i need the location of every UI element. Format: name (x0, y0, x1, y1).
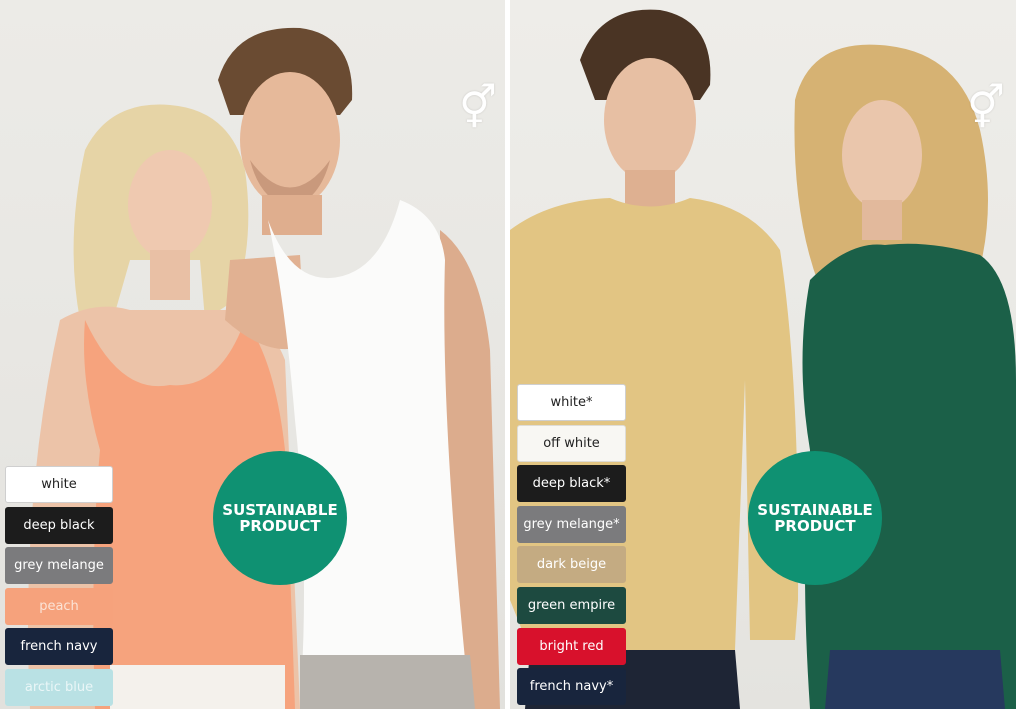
sustainable-product-badge: SUSTAINABLE PRODUCT (213, 451, 347, 585)
color-swatch-label: deep black* (532, 476, 611, 492)
badge-line-2: PRODUCT (774, 517, 856, 535)
color-swatch[interactable]: peach (5, 587, 113, 625)
color-swatch-label: deep black (23, 517, 95, 533)
color-swatch[interactable]: french navy (5, 628, 113, 666)
color-swatch[interactable]: deep black* (517, 465, 626, 503)
color-swatch[interactable]: white* (517, 384, 626, 421)
unisex-symbol-icon: ⚥ (967, 83, 1005, 132)
sustainable-product-badge: SUSTAINABLE PRODUCT (748, 451, 882, 585)
color-swatch-label: grey melange (14, 558, 104, 574)
color-swatch[interactable]: grey melange* (517, 505, 626, 543)
color-swatch-label: white (41, 477, 77, 492)
color-swatch[interactable]: green empire (517, 586, 626, 624)
color-swatch-label: white* (550, 395, 593, 410)
color-swatch[interactable]: deep black (5, 506, 113, 544)
color-swatch-label: bright red (539, 638, 604, 654)
color-swatch-label: off white (543, 435, 600, 451)
left-product-panel: ⚥ SUSTAINABLE PRODUCT white deep black g… (0, 0, 505, 709)
color-swatch-label: arctic blue (24, 679, 94, 695)
right-product-panel: ⚥ SUSTAINABLE PRODUCT white* off white d… (510, 0, 1016, 709)
color-swatch-label: green empire (527, 597, 616, 613)
badge-line-1: SUSTAINABLE (757, 501, 873, 519)
color-swatch[interactable]: off white (517, 424, 626, 462)
color-swatch-label: dark beige (536, 557, 607, 573)
color-swatch[interactable]: white (5, 466, 113, 503)
color-swatch[interactable]: arctic blue (5, 668, 113, 706)
color-swatch-label: peach (39, 598, 79, 614)
right-color-swatch-list: white* off white deep black* grey melang… (517, 384, 626, 709)
badge-line-1: SUSTAINABLE (222, 501, 338, 519)
color-swatch-label: grey melange* (523, 516, 620, 532)
badge-line-2: PRODUCT (239, 517, 321, 535)
left-color-swatch-list: white deep black grey melange peach fren… (5, 466, 113, 709)
color-swatch-label: french navy (20, 639, 98, 655)
color-swatch[interactable]: dark beige (517, 546, 626, 584)
color-swatch[interactable]: grey melange (5, 547, 113, 585)
unisex-symbol-icon: ⚥ (459, 83, 497, 132)
color-swatch[interactable]: bright red (517, 627, 626, 665)
color-swatch-label: french navy* (529, 679, 614, 695)
color-swatch[interactable]: french navy* (517, 668, 626, 706)
